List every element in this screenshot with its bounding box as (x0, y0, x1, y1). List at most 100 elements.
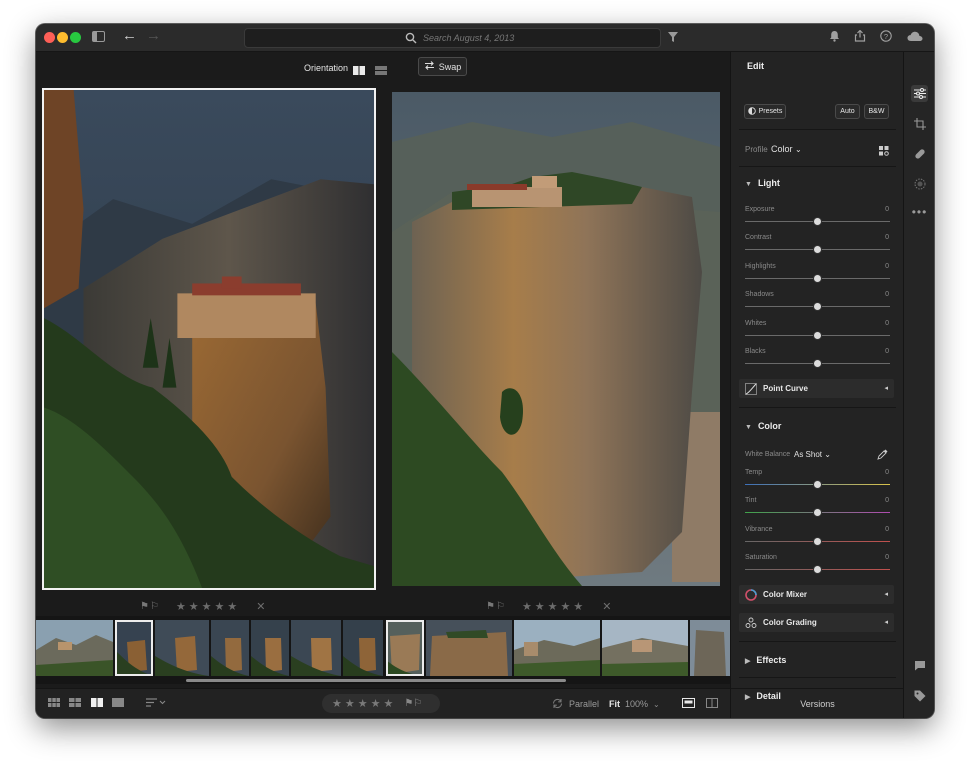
temp-slider-handle[interactable] (813, 480, 822, 489)
bell-icon[interactable] (829, 30, 840, 46)
whites-label: Whites (745, 320, 767, 327)
blacks-value[interactable]: 0 (885, 348, 889, 355)
filmstrip-thumbnail[interactable] (343, 620, 383, 676)
color-section-header[interactable]: ▼ Color (745, 421, 781, 431)
zoom-window-button[interactable] (70, 32, 81, 43)
edit-sliders-icon[interactable] (911, 85, 928, 102)
exposure-value[interactable]: 0 (885, 206, 889, 213)
filter-icon[interactable] (668, 30, 678, 46)
info-overlay-icon[interactable] (682, 698, 695, 711)
temp-label: Temp (745, 469, 763, 476)
healing-bandage-icon[interactable] (911, 145, 928, 162)
exposure-slider-handle[interactable] (813, 217, 822, 226)
minimize-window-button[interactable] (57, 32, 68, 43)
filmstrip-thumbnail[interactable] (426, 620, 512, 676)
help-icon[interactable]: ? (880, 30, 892, 46)
crop-icon[interactable] (911, 115, 928, 132)
filmstrip-thumbnail[interactable] (251, 620, 289, 676)
search-field[interactable]: Search August 4, 2013 (244, 28, 661, 48)
effects-section-title: Effects (756, 655, 787, 665)
highlights-value[interactable]: 0 (885, 263, 889, 270)
more-options-icon[interactable]: ••• (911, 203, 928, 220)
filmstrip-thumbnail-selected[interactable] (386, 620, 424, 676)
color-mixer-panel[interactable]: Color Mixer ◂ (739, 585, 894, 604)
auto-button[interactable]: Auto (835, 104, 860, 119)
current-photo[interactable] (392, 92, 720, 586)
blacks-slider-handle[interactable] (813, 359, 822, 368)
close-window-button[interactable] (44, 32, 55, 43)
sidebar-icon[interactable] (92, 30, 105, 46)
masking-icon[interactable] (911, 175, 928, 192)
point-curve-panel[interactable]: Point Curve ◂ (739, 379, 894, 398)
square-grid-view-icon[interactable] (48, 698, 60, 710)
filmstrip-thumbnail[interactable] (155, 620, 209, 676)
highlights-slider-handle[interactable] (813, 274, 822, 283)
star-rating[interactable]: ★★★★★ (176, 600, 240, 613)
cloud-icon[interactable] (907, 30, 923, 46)
sort-icon[interactable] (146, 698, 166, 710)
filmstrip-thumbnail[interactable] (690, 620, 730, 676)
swap-button[interactable]: Swap (418, 57, 467, 76)
chevron-down-icon: ⌄ (795, 145, 802, 154)
filmstrip-thumbnail[interactable] (291, 620, 341, 676)
filmstrip-thumbnail[interactable] (211, 620, 249, 676)
profile-dropdown[interactable]: Color ⌄ (771, 144, 802, 154)
photo-grid-view-icon[interactable] (69, 698, 81, 710)
white-balance-dropdown[interactable]: As Shot ⌄ (794, 450, 831, 459)
whites-value[interactable]: 0 (885, 320, 889, 327)
versions-button[interactable]: Versions (731, 688, 904, 718)
zoom-dropdown-chevron-icon[interactable]: ⌄ (653, 699, 660, 711)
search-placeholder: Search August 4, 2013 (423, 33, 515, 43)
whites-slider-handle[interactable] (813, 331, 822, 340)
split-view-icon[interactable] (706, 698, 718, 711)
flag-icons[interactable]: ⚑⚐ (404, 698, 422, 709)
info-icon[interactable] (911, 717, 928, 718)
star-rating[interactable]: ★★★★★ (522, 600, 586, 613)
comment-icon[interactable] (911, 657, 928, 674)
temp-value[interactable]: 0 (885, 469, 889, 476)
keyword-tag-icon[interactable] (911, 687, 928, 704)
forward-arrow-icon[interactable]: → (146, 28, 161, 44)
vibrance-slider-handle[interactable] (813, 537, 822, 546)
parallel-toggle[interactable]: Parallel (569, 699, 599, 709)
zoom-level[interactable]: 100% (625, 699, 648, 709)
saturation-value[interactable]: 0 (885, 554, 889, 561)
swap-label: Swap (438, 61, 462, 72)
shadows-slider-handle[interactable] (813, 302, 822, 311)
profile-label: Profile (745, 145, 768, 154)
presets-button[interactable]: Presets (744, 104, 786, 119)
reject-icon[interactable]: ✕ (256, 600, 265, 613)
star-rating[interactable]: ★★★★★ (332, 697, 396, 710)
sync-icon[interactable] (552, 698, 563, 712)
filmstrip-thumbnail[interactable] (602, 620, 688, 676)
tint-slider-handle[interactable] (813, 508, 822, 517)
shadows-value[interactable]: 0 (885, 291, 889, 298)
rating-filter[interactable]: ★★★★★ ⚑⚐ (322, 694, 440, 713)
fit-zoom-button[interactable]: Fit (609, 699, 620, 709)
color-grading-panel[interactable]: Color Grading ◂ (739, 613, 894, 632)
vibrance-value[interactable]: 0 (885, 526, 889, 533)
filmstrip-thumbnail[interactable] (36, 620, 113, 676)
compare-view-icon[interactable] (91, 698, 103, 710)
detail-view-icon[interactable] (112, 698, 124, 710)
stacked-orientation-icon[interactable] (375, 62, 387, 75)
back-arrow-icon[interactable]: ← (122, 28, 137, 44)
saturation-slider-handle[interactable] (813, 565, 822, 574)
filmstrip-scrollbar[interactable] (186, 679, 566, 682)
contrast-value[interactable]: 0 (885, 234, 889, 241)
filmstrip-thumbnail[interactable] (514, 620, 600, 676)
contrast-slider-handle[interactable] (813, 245, 822, 254)
eyedropper-icon[interactable] (877, 447, 888, 465)
bw-button[interactable]: B&W (864, 104, 889, 119)
profile-browser-icon[interactable] (879, 143, 889, 161)
reject-icon[interactable]: ✕ (602, 600, 611, 613)
reference-photo[interactable] (42, 88, 376, 590)
effects-section-header[interactable]: ▶ Effects (745, 655, 786, 665)
side-by-side-orientation-icon[interactable] (353, 62, 365, 75)
light-section-header[interactable]: ▼ Light (745, 178, 780, 188)
tint-value[interactable]: 0 (885, 497, 889, 504)
filmstrip-thumbnail-selected[interactable] (115, 620, 153, 676)
share-icon[interactable] (854, 29, 866, 46)
flag-icons[interactable]: ⚑⚐ (486, 601, 506, 612)
flag-icons[interactable]: ⚑⚐ (140, 601, 160, 612)
